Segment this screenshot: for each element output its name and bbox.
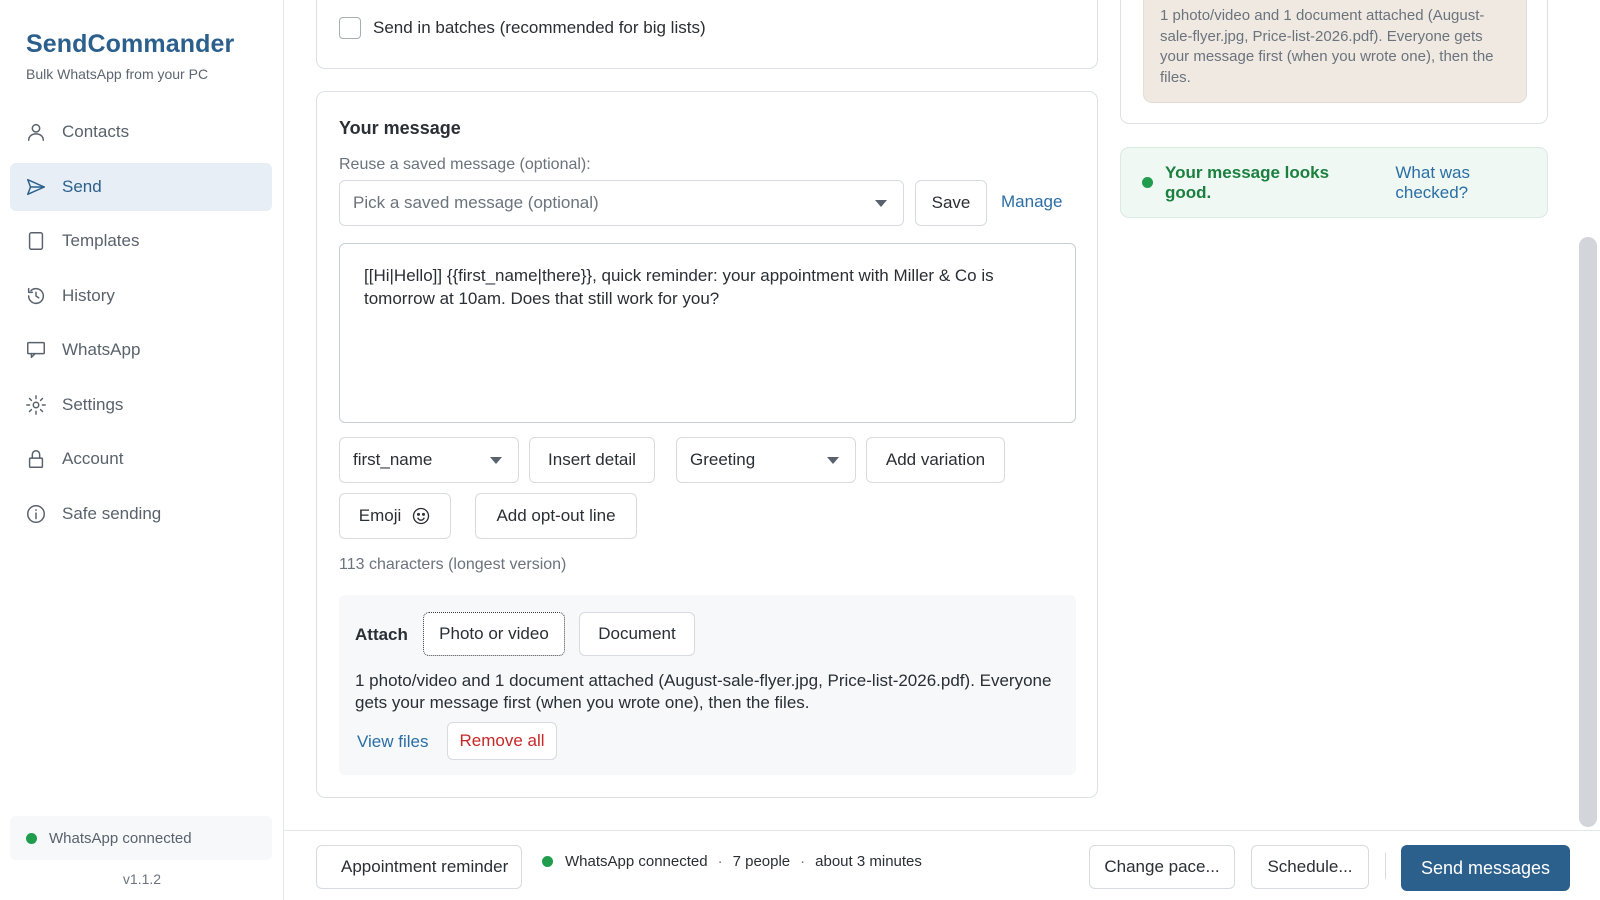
reuse-label: Reuse a saved message (optional): bbox=[339, 156, 591, 173]
connection-status: WhatsApp connected bbox=[10, 816, 272, 860]
send-summary: WhatsApp connected · 7 people · about 3 … bbox=[542, 853, 922, 870]
detail-select[interactable]: first_name bbox=[339, 437, 519, 483]
sidebar-item-whatsapp[interactable]: WhatsApp bbox=[10, 326, 272, 374]
lock-icon bbox=[24, 447, 48, 471]
sidebar-item-templates[interactable]: Templates bbox=[10, 217, 272, 265]
chevron-down-icon bbox=[827, 457, 839, 464]
app-logo: SendCommander bbox=[26, 30, 235, 58]
variation-select[interactable]: Greeting bbox=[676, 437, 856, 483]
bottom-status-text: WhatsApp connected bbox=[565, 853, 708, 870]
batch-options-card: Send in batches (recommended for big lis… bbox=[316, 0, 1098, 69]
attachment-preview-note: 1 photo/video and 1 document attached (A… bbox=[1143, 0, 1527, 103]
connected-dot-icon bbox=[542, 856, 553, 867]
message-textarea[interactable]: [[Hi|Hello]] {{first_name|there}}, quick… bbox=[339, 243, 1076, 423]
status-dot-icon bbox=[26, 832, 37, 844]
chevron-down-icon bbox=[490, 457, 502, 464]
document-button[interactable]: Document bbox=[579, 612, 695, 656]
saved-message-select[interactable]: Pick a saved message (optional) bbox=[339, 180, 904, 226]
manage-link[interactable]: Manage bbox=[1001, 192, 1062, 212]
batch-checkbox[interactable] bbox=[339, 17, 361, 39]
sidebar-item-settings[interactable]: Settings bbox=[10, 381, 272, 429]
sidebar-item-contacts[interactable]: Contacts bbox=[10, 108, 272, 156]
sidebar-item-history[interactable]: History bbox=[10, 272, 272, 320]
message-title: Your message bbox=[339, 118, 461, 138]
sidebar-item-account[interactable]: Account bbox=[10, 435, 272, 483]
info-icon bbox=[24, 502, 48, 526]
sidebar-item-label: Contacts bbox=[62, 122, 130, 141]
send-icon bbox=[24, 175, 48, 199]
sidebar-item-label: Templates bbox=[62, 231, 140, 250]
person-icon bbox=[24, 120, 48, 144]
preview-card: 1 photo/video and 1 document attached (A… bbox=[1120, 0, 1548, 124]
photo-video-button[interactable]: Photo or video bbox=[423, 612, 565, 656]
divider bbox=[1385, 853, 1386, 879]
separator: · bbox=[717, 853, 723, 870]
chat-icon bbox=[24, 338, 48, 362]
app-tagline: Bulk WhatsApp from your PC bbox=[26, 66, 209, 82]
gear-icon bbox=[24, 393, 48, 417]
attach-label: Attach bbox=[355, 625, 408, 644]
change-pace-button[interactable]: Change pace... bbox=[1089, 845, 1235, 889]
emoji-button[interactable]: Emoji bbox=[339, 493, 451, 539]
smiley-icon bbox=[411, 506, 431, 526]
remove-all-button[interactable]: Remove all bbox=[447, 722, 557, 760]
character-count: 113 characters (longest version) bbox=[339, 556, 567, 573]
template-name-button[interactable]: Appointment reminder bbox=[316, 845, 522, 889]
view-files-link[interactable]: View files bbox=[357, 732, 429, 752]
emoji-button-label: Emoji bbox=[358, 506, 402, 525]
scrollbar[interactable] bbox=[1579, 237, 1597, 827]
detail-select-value: first_name bbox=[353, 450, 433, 469]
add-opt-out-button[interactable]: Add opt-out line bbox=[475, 493, 637, 539]
add-variation-button[interactable]: Add variation bbox=[866, 437, 1005, 483]
what-was-checked-link[interactable]: What was checked? bbox=[1395, 163, 1547, 203]
chevron-down-icon bbox=[875, 200, 887, 207]
document-icon bbox=[24, 229, 48, 253]
sidebar-nav: Contacts Send Templates History WhatsApp bbox=[10, 108, 272, 544]
sidebar: SendCommander Bulk WhatsApp from your PC… bbox=[0, 0, 284, 900]
message-card: Your message Reuse a saved message (opti… bbox=[316, 91, 1098, 798]
sidebar-item-label: WhatsApp bbox=[62, 340, 141, 359]
attachments-summary: 1 photo/video and 1 document attached (A… bbox=[355, 671, 1052, 712]
sidebar-item-label: History bbox=[62, 285, 115, 305]
batch-checkbox-row[interactable]: Send in batches (recommended for big lis… bbox=[339, 17, 706, 39]
people-count: 7 people bbox=[732, 853, 791, 870]
connection-status-text: WhatsApp connected bbox=[49, 829, 192, 847]
check-message: Your message looks good. bbox=[1165, 162, 1330, 202]
sidebar-item-send[interactable]: Send bbox=[10, 162, 272, 211]
bottom-action-bar: Appointment reminder WhatsApp connected … bbox=[284, 830, 1600, 900]
history-icon bbox=[24, 284, 48, 308]
sidebar-item-label: Settings bbox=[62, 394, 124, 414]
estimated-duration: about 3 minutes bbox=[815, 853, 922, 870]
batch-checkbox-label: Send in batches (recommended for big lis… bbox=[373, 18, 706, 37]
app-version: v1.1.2 bbox=[122, 871, 162, 887]
attachments-panel: Attach Photo or video Document 1 photo/v… bbox=[339, 595, 1076, 775]
separator: · bbox=[800, 853, 806, 870]
check-status-dot-icon bbox=[1142, 177, 1153, 188]
schedule-button[interactable]: Schedule... bbox=[1251, 845, 1369, 889]
message-check-banner: Your message looks good. What was checke… bbox=[1120, 147, 1548, 218]
sidebar-item-safe-sending[interactable]: Safe sending bbox=[10, 490, 272, 538]
variation-select-value: Greeting bbox=[690, 450, 756, 469]
send-messages-button[interactable]: Send messages bbox=[1401, 845, 1570, 891]
save-button[interactable]: Save bbox=[915, 180, 987, 226]
sidebar-item-label: Account bbox=[62, 449, 124, 468]
sidebar-item-label: Send bbox=[62, 176, 102, 196]
insert-detail-button[interactable]: Insert detail bbox=[529, 437, 655, 483]
sidebar-item-label: Safe sending bbox=[62, 503, 162, 523]
saved-message-select-value: Pick a saved message (optional) bbox=[353, 193, 599, 212]
